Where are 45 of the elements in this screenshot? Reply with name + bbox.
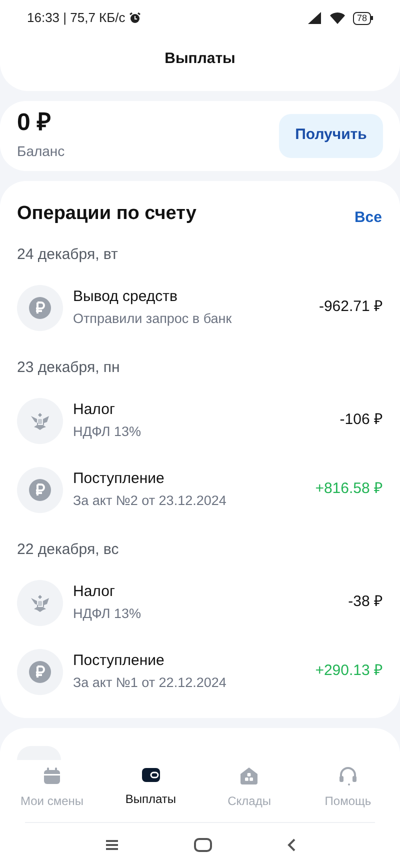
house-icon [239, 766, 260, 786]
operation-amount: -962.71 ₽ [318, 297, 383, 318]
operation-title: Поступление [73, 650, 166, 670]
operation-row[interactable]: Поступление За акт №1 от 22.12.2024 +290.13 ₽ [17, 637, 383, 706]
operation-row[interactable]: Налог НДФЛ 13% -106 ₽ [17, 386, 383, 455]
date-header: 22 декабря, вс [17, 540, 120, 560]
operation-amount: +290.13 ₽ [315, 661, 383, 682]
headset-icon [338, 766, 358, 786]
operation-row[interactable]: Поступление За акт №2 от 23.12.2024 +816.58 ₽ [17, 455, 383, 524]
date-header: 23 декабря, пн [17, 358, 121, 378]
operation-subtitle: За акт №2 от 23.12.2024 [73, 492, 228, 510]
operation-title: Поступление [73, 468, 166, 488]
operation-subtitle: За акт №1 от 22.12.2024 [73, 674, 228, 692]
operation-subtitle: Отправили запрос в банк [73, 310, 233, 328]
operation-amount: +816.58 ₽ [315, 479, 383, 500]
balance-amount: 0 ₽ [17, 109, 52, 137]
operation-title: Налог [73, 582, 116, 602]
wallet-icon [140, 766, 161, 784]
ruble-icon [29, 478, 51, 500]
date-header: 24 декабря, вт [17, 245, 119, 265]
nav-tab[interactable]: Выплаты [116, 766, 186, 810]
wifi-icon [330, 12, 345, 24]
operation-amount: -106 ₽ [340, 410, 383, 430]
operation-row[interactable]: Налог НДФЛ 13% -38 ₽ [17, 568, 383, 637]
operation-subtitle: НДФЛ 13% [73, 604, 142, 623]
ruble-icon [29, 296, 51, 318]
all-link[interactable]: Все [354, 206, 382, 229]
balance-label: Баланс [17, 142, 65, 161]
page-title: Выплаты [164, 49, 236, 69]
operation-title: Вывод средств [73, 286, 178, 306]
operation-title: Налог [73, 400, 116, 420]
signal-icon [308, 12, 322, 24]
menu-icon[interactable] [104, 839, 118, 851]
operation-amount: -38 ₽ [348, 592, 383, 612]
operation-subtitle: НДФЛ 13% [73, 422, 142, 441]
back-icon[interactable] [286, 838, 296, 852]
operation-row[interactable]: Вывод средств Отправили запрос в банк -962.71 ₽ [17, 273, 383, 342]
alarm-icon [129, 12, 142, 24]
section-title: Операции по счету [17, 202, 196, 226]
withdraw-button[interactable]: Получить [279, 114, 383, 158]
home-icon[interactable] [194, 838, 212, 852]
ruble-icon [29, 660, 51, 682]
battery-icon: 78 [352, 12, 371, 24]
status-text: 16:33 | 75,7 КБ/с [27, 9, 126, 28]
calendar-icon [42, 766, 62, 786]
